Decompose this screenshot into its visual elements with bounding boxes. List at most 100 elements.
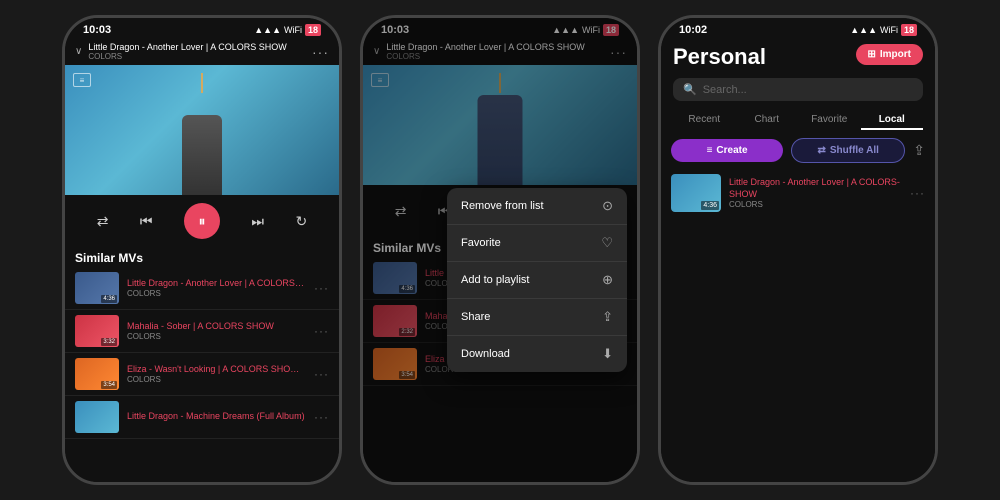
- search-bar[interactable]: 🔍 Search...: [673, 78, 923, 101]
- lib-item-title-1: Little Dragon - Another Lover | A COLORS…: [729, 177, 902, 200]
- remove-icon: ⊙: [602, 198, 613, 214]
- ctx-remove-from-list[interactable]: Remove from list ⊙: [447, 188, 627, 225]
- import-label: Import: [880, 49, 911, 60]
- duration-1: 4:36: [101, 295, 117, 303]
- lib-list-item[interactable]: 4:36 Little Dragon - Another Lover | A C…: [661, 169, 935, 217]
- phone-2: 10:03 ▲▲▲ WiFi 18 ∨ Little Dragon - Anot…: [360, 15, 640, 485]
- now-playing-bar-1[interactable]: ∨ Little Dragon - Another Lover | A COLO…: [65, 38, 339, 65]
- ctx-download[interactable]: Download ⬇: [447, 336, 627, 372]
- library-title: Personal: [673, 44, 766, 70]
- eq-icon: ≡: [707, 145, 713, 156]
- next-button-1[interactable]: ⏭: [251, 213, 264, 230]
- status-time-1: 10:03: [83, 24, 111, 36]
- status-time-3: 10:02: [679, 24, 707, 36]
- item-info-3: Eliza - Wasn't Looking | A COLORS SHOW (…: [127, 364, 306, 385]
- phone-3: 10:02 ▲▲▲ WiFi 18 Personal ⊞ Import 🔍 Se…: [658, 15, 938, 485]
- shuffle-icon: ⇄: [817, 145, 825, 156]
- np-subtitle-1: COLORS: [88, 52, 312, 61]
- chevron-down-icon: ∨: [75, 46, 82, 57]
- item-info-2: Mahalia - Sober | A COLORS SHOW COLORS: [127, 321, 306, 342]
- ctx-favorite[interactable]: Favorite ♡: [447, 225, 627, 262]
- ctx-label-favorite: Favorite: [461, 237, 501, 249]
- item-title-2: Mahalia - Sober | A COLORS SHOW: [127, 321, 306, 333]
- item-info-1: Little Dragon - Another Lover | A COLORS…: [127, 278, 306, 299]
- similar-mvs-title-1: Similar MVs: [65, 247, 339, 267]
- item-more-3[interactable]: ···: [314, 367, 329, 381]
- thumb-4: [75, 401, 119, 433]
- ctx-add-to-playlist[interactable]: Add to playlist ⊕: [447, 262, 627, 299]
- repeat-button-1[interactable]: ↻: [295, 213, 307, 230]
- list-item[interactable]: 4:36 Little Dragon - Another Lover | A C…: [65, 267, 339, 310]
- library-screen: Personal ⊞ Import 🔍 Search... Recent Cha…: [661, 38, 935, 482]
- ctx-label-remove: Remove from list: [461, 200, 544, 212]
- tabs-row: Recent Chart Favorite Local: [661, 105, 935, 132]
- person-decoration: [182, 115, 222, 195]
- lib-thumb-1: 4:36: [671, 174, 721, 212]
- np-info-1: Little Dragon - Another Lover | A COLORS…: [88, 42, 312, 61]
- item-info-4: Little Dragon - Machine Dreams (Full Alb…: [127, 411, 306, 423]
- tab-chart[interactable]: Chart: [736, 111, 799, 130]
- item-more-1[interactable]: ···: [314, 281, 329, 295]
- more-icon-1[interactable]: ···: [312, 44, 329, 60]
- shuffle-all-button[interactable]: ⇄ Shuffle All: [791, 138, 905, 163]
- item-title-1: Little Dragon - Another Lover | A COLORS…: [127, 278, 306, 290]
- lib-item-more-1[interactable]: ···: [910, 186, 925, 200]
- battery-icon-3: 18: [901, 24, 917, 36]
- library-header: Personal ⊞ Import: [661, 38, 935, 74]
- similar-list-1: 4:36 Little Dragon - Another Lover | A C…: [65, 267, 339, 482]
- thumb-2: 3:32: [75, 315, 119, 347]
- list-item[interactable]: Little Dragon - Machine Dreams (Full Alb…: [65, 396, 339, 439]
- duration-2: 3:32: [101, 338, 117, 346]
- ctx-label-download: Download: [461, 348, 510, 360]
- thumb-1: 4:36: [75, 272, 119, 304]
- play-pause-button-1[interactable]: ⏸: [184, 203, 220, 239]
- item-sub-3: COLORS: [127, 375, 306, 384]
- lib-duration-1: 4:36: [701, 201, 719, 210]
- wifi-icon: WiFi: [284, 25, 302, 35]
- item-title-4: Little Dragon - Machine Dreams (Full Alb…: [127, 411, 306, 423]
- playlist-icon: [73, 73, 91, 87]
- item-more-4[interactable]: ···: [314, 410, 329, 424]
- ctx-share[interactable]: Share ⇪: [447, 299, 627, 336]
- shuffle-label: Shuffle All: [830, 145, 879, 156]
- create-label: Create: [716, 145, 747, 156]
- download-icon: ⬇: [602, 346, 613, 362]
- battery-icon: 18: [305, 24, 321, 36]
- item-more-2[interactable]: ···: [314, 324, 329, 338]
- search-icon: 🔍: [683, 83, 697, 96]
- duration-3: 3:54: [101, 381, 117, 389]
- item-sub-1: COLORS: [127, 289, 306, 298]
- wifi-icon-3: WiFi: [880, 25, 898, 35]
- add-playlist-icon: ⊕: [602, 272, 613, 288]
- lib-item-info-1: Little Dragon - Another Lover | A COLORS…: [729, 177, 902, 209]
- thumb-3: 3:54: [75, 358, 119, 390]
- mic-decoration: [201, 73, 203, 93]
- status-icons-1: ▲▲▲ WiFi 18: [254, 24, 321, 36]
- signal-icon: ▲▲▲: [254, 25, 281, 35]
- import-button[interactable]: ⊞ Import: [856, 44, 924, 65]
- context-menu: Remove from list ⊙ Favorite ♡ Add to pla…: [447, 188, 627, 372]
- action-row: ≡ Create ⇄ Shuffle All ⇪: [661, 132, 935, 169]
- signal-icon-3: ▲▲▲: [850, 25, 877, 35]
- tab-recent[interactable]: Recent: [673, 111, 736, 130]
- shuffle-button-1[interactable]: ⇄: [97, 213, 109, 230]
- item-title-3: Eliza - Wasn't Looking | A COLORS SHOW (…: [127, 364, 306, 376]
- controls-1: ⇄ ⏮ ⏸ ⏭ ↻: [65, 195, 339, 247]
- lib-item-sub-1: COLORS: [729, 200, 902, 209]
- ctx-label-add-playlist: Add to playlist: [461, 274, 529, 286]
- search-placeholder: Search...: [703, 84, 747, 96]
- status-icons-3: ▲▲▲ WiFi 18: [850, 24, 917, 36]
- tab-local[interactable]: Local: [861, 111, 924, 130]
- heart-icon: ♡: [601, 235, 613, 251]
- prev-button-1[interactable]: ⏮: [140, 213, 153, 230]
- list-item[interactable]: 3:32 Mahalia - Sober | A COLORS SHOW COL…: [65, 310, 339, 353]
- ctx-label-share: Share: [461, 311, 490, 323]
- phone-1: 10:03 ▲▲▲ WiFi 18 ∨ Little Dragon - Anot…: [62, 15, 342, 485]
- share-button[interactable]: ⇪: [913, 142, 925, 159]
- share-icon: ⇪: [602, 309, 613, 325]
- plus-icon: ⊞: [868, 49, 876, 60]
- create-button[interactable]: ≡ Create: [671, 139, 783, 162]
- list-item[interactable]: 3:54 Eliza - Wasn't Looking | A COLORS S…: [65, 353, 339, 396]
- tab-favorite[interactable]: Favorite: [798, 111, 861, 130]
- status-bar-1: 10:03 ▲▲▲ WiFi 18: [65, 18, 339, 38]
